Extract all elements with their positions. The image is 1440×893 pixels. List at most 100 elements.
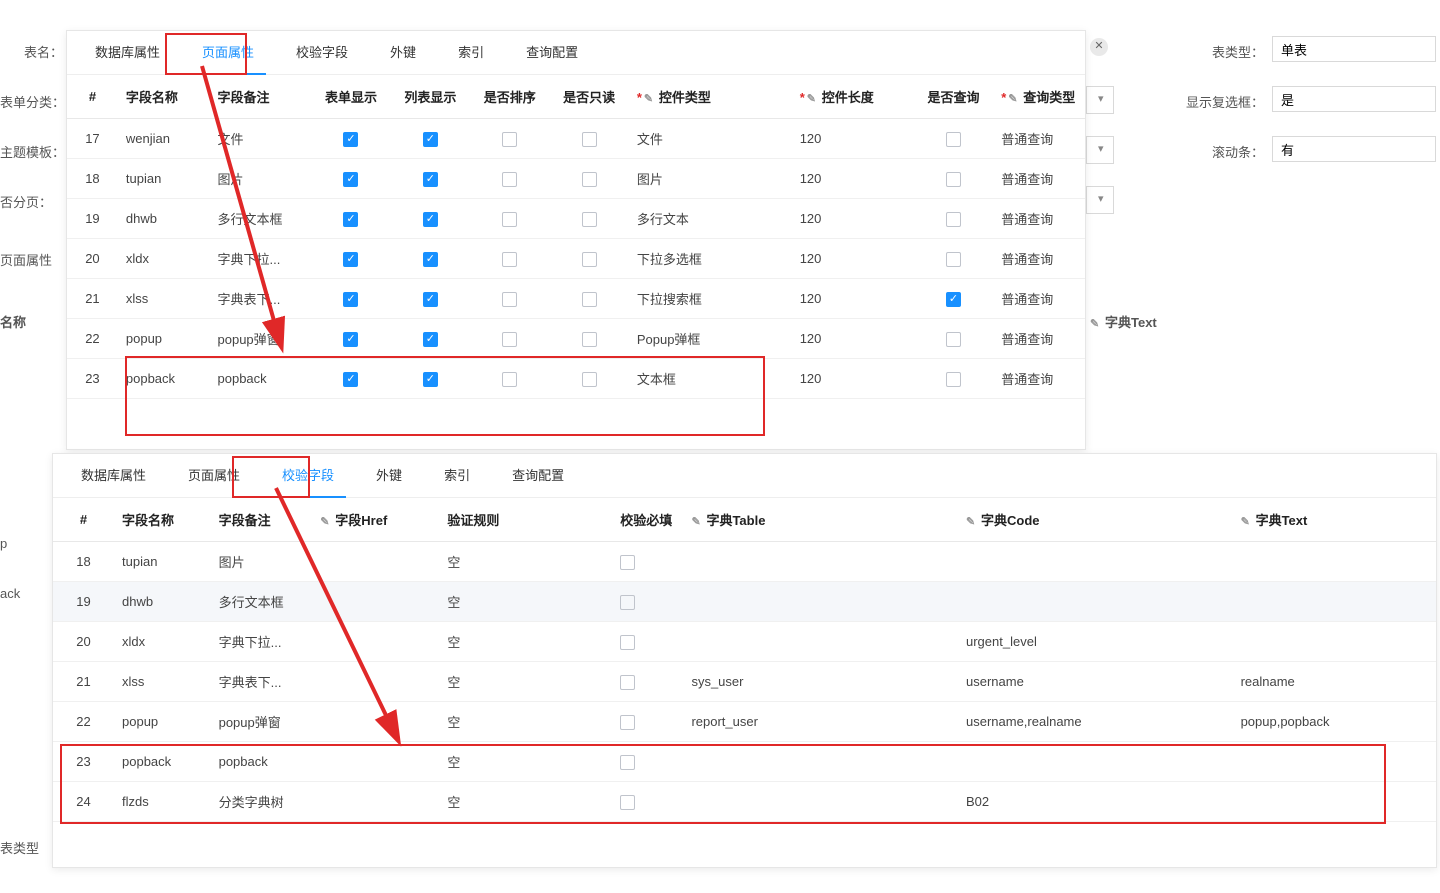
cell-query-type[interactable]: 普通查询 — [993, 239, 1085, 279]
checkbox-sortable[interactable] — [502, 172, 517, 187]
cell-vrule[interactable]: 空 — [439, 622, 612, 662]
checkbox-required[interactable] — [620, 795, 635, 810]
cell-href[interactable] — [312, 742, 439, 782]
cell-ctrl-type[interactable]: 文件 — [629, 119, 792, 159]
tab2-fk[interactable]: 外键 — [364, 454, 414, 498]
cell-query-type[interactable]: 普通查询 — [993, 319, 1085, 359]
tab-page-attr[interactable]: 页面属性 — [190, 31, 266, 75]
cell-vrule[interactable]: 空 — [439, 662, 612, 702]
checkbox-list-show[interactable] — [423, 172, 438, 187]
cell-dict-text[interactable]: popup,popback — [1233, 702, 1436, 742]
tab2-validate[interactable]: 校验字段 — [270, 454, 346, 498]
close-icon[interactable]: ✕ — [1090, 38, 1108, 56]
checkbox-required[interactable] — [620, 755, 635, 770]
cell-ctrl-len[interactable]: 120 — [792, 199, 914, 239]
tab-index[interactable]: 索引 — [446, 31, 496, 75]
cell-ctrl-len[interactable]: 120 — [792, 359, 914, 399]
cell-vrule[interactable]: 空 — [439, 742, 612, 782]
checkbox-is-query[interactable] — [946, 172, 961, 187]
cell-query-type[interactable]: 普通查询 — [993, 279, 1085, 319]
checkbox-form-show[interactable] — [343, 132, 358, 147]
checkbox-is-query[interactable] — [946, 212, 961, 227]
checkbox-is-query[interactable] — [946, 132, 961, 147]
input-table-type[interactable] — [1272, 36, 1436, 62]
cell-dict-code[interactable] — [958, 582, 1233, 622]
select-form-category-edge[interactable] — [1086, 86, 1114, 114]
cell-ctrl-len[interactable]: 120 — [792, 319, 914, 359]
cell-href[interactable] — [312, 662, 439, 702]
tab-validate[interactable]: 校验字段 — [284, 31, 360, 75]
tab-query-config[interactable]: 查询配置 — [514, 31, 590, 75]
table-row[interactable]: 19dhwb多行文本框空 — [53, 582, 1436, 622]
checkbox-form-show[interactable] — [343, 372, 358, 387]
table-row[interactable]: 20xldx字典下拉...下拉多选框120普通查询 — [67, 239, 1085, 279]
checkbox-sortable[interactable] — [502, 252, 517, 267]
checkbox-readonly[interactable] — [582, 132, 597, 147]
cell-ctrl-type[interactable]: 文本框 — [629, 359, 792, 399]
tab2-query-config[interactable]: 查询配置 — [500, 454, 576, 498]
checkbox-list-show[interactable] — [423, 292, 438, 307]
checkbox-form-show[interactable] — [343, 172, 358, 187]
checkbox-is-query[interactable] — [946, 292, 961, 307]
table-row[interactable]: 18tupian图片图片120普通查询 — [67, 159, 1085, 199]
checkbox-form-show[interactable] — [343, 212, 358, 227]
checkbox-list-show[interactable] — [423, 132, 438, 147]
cell-dict-code[interactable] — [958, 742, 1233, 782]
checkbox-sortable[interactable] — [502, 332, 517, 347]
table-row[interactable]: 22popuppopup弹窗空report_userusername,realn… — [53, 702, 1436, 742]
cell-dict-code[interactable]: urgent_level — [958, 622, 1233, 662]
cell-query-type[interactable]: 普通查询 — [993, 159, 1085, 199]
cell-href[interactable] — [312, 622, 439, 662]
cell-dict-text[interactable] — [1233, 742, 1436, 782]
checkbox-list-show[interactable] — [423, 252, 438, 267]
cell-href[interactable] — [312, 582, 439, 622]
checkbox-form-show[interactable] — [343, 332, 358, 347]
tab-fk[interactable]: 外键 — [378, 31, 428, 75]
checkbox-required[interactable] — [620, 715, 635, 730]
cell-dict-table[interactable] — [683, 582, 958, 622]
cell-dict-code[interactable]: username,realname — [958, 702, 1233, 742]
tab2-db-attr[interactable]: 数据库属性 — [69, 454, 158, 498]
input-show-checkbox[interactable] — [1272, 86, 1436, 112]
checkbox-is-query[interactable] — [946, 252, 961, 267]
cell-ctrl-type[interactable]: 图片 — [629, 159, 792, 199]
cell-ctrl-len[interactable]: 120 — [792, 119, 914, 159]
tab2-page-attr[interactable]: 页面属性 — [176, 454, 252, 498]
select-theme-edge[interactable] — [1086, 136, 1114, 164]
checkbox-list-show[interactable] — [423, 332, 438, 347]
table-row[interactable]: 23popbackpopback空 — [53, 742, 1436, 782]
checkbox-sortable[interactable] — [502, 292, 517, 307]
checkbox-required[interactable] — [620, 675, 635, 690]
cell-ctrl-type[interactable]: 下拉多选框 — [629, 239, 792, 279]
table-row[interactable]: 18tupian图片空 — [53, 542, 1436, 582]
cell-href[interactable] — [312, 782, 439, 822]
cell-dict-code[interactable]: username — [958, 662, 1233, 702]
cell-ctrl-len[interactable]: 120 — [792, 239, 914, 279]
cell-dict-text[interactable] — [1233, 542, 1436, 582]
select-paging-edge[interactable] — [1086, 186, 1114, 214]
cell-vrule[interactable]: 空 — [439, 542, 612, 582]
checkbox-form-show[interactable] — [343, 292, 358, 307]
cell-href[interactable] — [312, 702, 439, 742]
checkbox-is-query[interactable] — [946, 372, 961, 387]
cell-dict-code[interactable]: B02 — [958, 782, 1233, 822]
table-row[interactable]: 23popbackpopback文本框120普通查询 — [67, 359, 1085, 399]
cell-vrule[interactable]: 空 — [439, 782, 612, 822]
checkbox-required[interactable] — [620, 595, 635, 610]
table-row[interactable]: 21xlss字典表下...下拉搜索框120普通查询 — [67, 279, 1085, 319]
cell-dict-text[interactable]: realname — [1233, 662, 1436, 702]
cell-dict-text[interactable] — [1233, 582, 1436, 622]
cell-dict-table[interactable]: sys_user — [683, 662, 958, 702]
table-row[interactable]: 20xldx字典下拉...空urgent_level — [53, 622, 1436, 662]
checkbox-readonly[interactable] — [582, 372, 597, 387]
checkbox-list-show[interactable] — [423, 212, 438, 227]
checkbox-readonly[interactable] — [582, 252, 597, 267]
checkbox-required[interactable] — [620, 635, 635, 650]
cell-query-type[interactable]: 普通查询 — [993, 119, 1085, 159]
tab-db-attr[interactable]: 数据库属性 — [83, 31, 172, 75]
cell-vrule[interactable]: 空 — [439, 702, 612, 742]
cell-ctrl-type[interactable]: 下拉搜索框 — [629, 279, 792, 319]
input-scrollbar[interactable] — [1272, 136, 1436, 162]
checkbox-required[interactable] — [620, 555, 635, 570]
checkbox-sortable[interactable] — [502, 212, 517, 227]
